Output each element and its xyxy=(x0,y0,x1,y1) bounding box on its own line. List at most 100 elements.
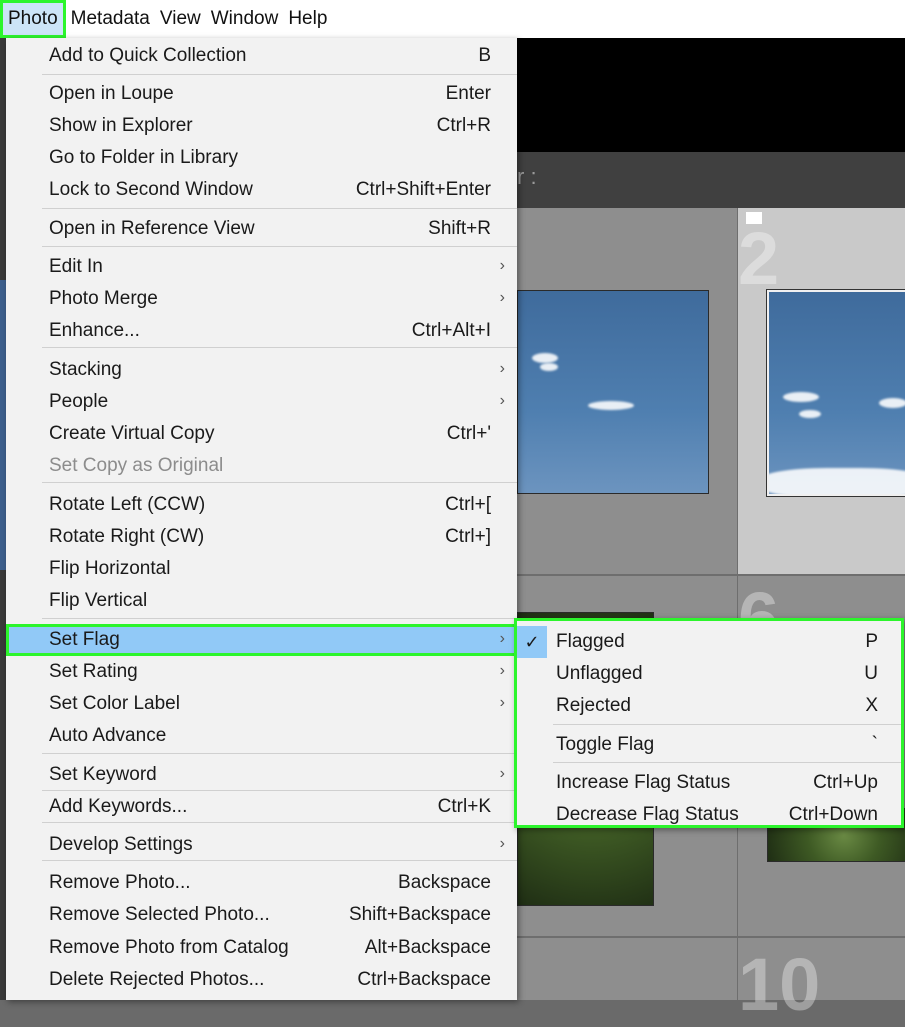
menu-item-rotate-left[interactable]: Rotate Left (CCW) Ctrl+[ xyxy=(6,489,517,521)
menu-item-label: Rotate Left (CCW) xyxy=(49,494,206,515)
submenu-item-label: Flagged xyxy=(556,631,625,652)
menu-item-label: Photo Merge xyxy=(49,288,158,309)
menu-item-label: Flip Horizontal xyxy=(49,558,171,579)
menu-item-set-color-label[interactable]: Set Color Label › xyxy=(6,688,517,720)
checkmark-icon: ✓ xyxy=(517,626,547,658)
menu-item-label: Delete Rejected Photos... xyxy=(49,969,265,990)
menu-item-open-in-reference-view[interactable]: Open in Reference View Shift+R xyxy=(6,213,517,245)
menu-item-develop-settings[interactable]: Develop Settings › xyxy=(6,829,517,861)
menu-item-shortcut: Shift+Backspace xyxy=(348,904,491,925)
menu-item-label: Remove Selected Photo... xyxy=(49,904,270,925)
menu-item-shortcut: Ctrl+' xyxy=(446,423,491,444)
chevron-right-icon: › xyxy=(499,360,505,377)
submenu-item-shortcut: P xyxy=(865,631,878,652)
menu-item-label: Set Copy as Original xyxy=(49,455,224,476)
menu-metadata[interactable]: Metadata xyxy=(66,0,155,38)
menu-item-rotate-right[interactable]: Rotate Right (CW) Ctrl+] xyxy=(6,521,517,553)
menu-item-label: Set Flag xyxy=(49,629,120,650)
submenu-item-label: Decrease Flag Status xyxy=(556,804,739,825)
menu-item-label: People xyxy=(49,391,109,412)
menu-item-label: Open in Reference View xyxy=(49,218,255,239)
menu-item-flip-horizontal[interactable]: Flip Horizontal xyxy=(6,553,517,585)
menu-item-set-rating[interactable]: Set Rating › xyxy=(6,656,517,688)
filter-bar: r : xyxy=(517,152,905,208)
menu-item-photo-merge[interactable]: Photo Merge › xyxy=(6,283,517,315)
menu-item-set-flag[interactable]: Set Flag › xyxy=(6,624,517,656)
submenu-item-label: Rejected xyxy=(556,695,631,716)
filter-bar-label: r : xyxy=(517,164,537,189)
submenu-item-shortcut: Ctrl+Up xyxy=(813,772,878,793)
menu-item-remove-selected-photo[interactable]: Remove Selected Photo... Shift+Backspace xyxy=(6,899,517,931)
menu-window[interactable]: Window xyxy=(206,0,284,38)
thumbnail-photo[interactable] xyxy=(517,290,709,494)
cell-number: 10 xyxy=(738,943,821,1026)
thumbnail-photo-selected[interactable] xyxy=(766,289,905,497)
grid-cell[interactable] xyxy=(517,938,737,1000)
menubar: Photo Metadata View Window Help xyxy=(0,0,905,38)
menu-item-enhance[interactable]: Enhance... Ctrl+Alt+I xyxy=(6,315,517,347)
chevron-right-icon: › xyxy=(499,694,505,711)
menu-item-shortcut: Ctrl+Alt+I xyxy=(411,320,491,341)
menu-help[interactable]: Help xyxy=(283,0,332,38)
menu-item-label: Flip Vertical xyxy=(49,590,148,611)
menu-item-go-to-folder-in-library[interactable]: Go to Folder in Library xyxy=(6,142,517,174)
menu-item-shortcut: B xyxy=(478,45,491,66)
submenu-item-label: Toggle Flag xyxy=(556,734,655,755)
menu-separator xyxy=(42,618,517,619)
chevron-right-icon: › xyxy=(499,630,505,647)
submenu-item-shortcut: U xyxy=(864,663,878,684)
menu-item-stacking[interactable]: Stacking › xyxy=(6,354,517,386)
menu-item-label: Add Keywords... xyxy=(49,796,188,817)
menu-item-label: Auto Advance xyxy=(49,725,167,746)
menu-item-show-in-explorer[interactable]: Show in Explorer Ctrl+R xyxy=(6,110,517,142)
menu-item-label: Enhance... xyxy=(49,320,140,341)
menu-item-shortcut: Ctrl+R xyxy=(436,115,491,136)
menu-item-label: Set Rating xyxy=(49,661,138,682)
menu-item-lock-to-second-window[interactable]: Lock to Second Window Ctrl+Shift+Enter xyxy=(6,174,517,206)
submenu-item-increase-flag-status[interactable]: Increase Flag Status Ctrl+Up xyxy=(517,767,901,799)
menu-item-delete-rejected-photos[interactable]: Delete Rejected Photos... Ctrl+Backspace xyxy=(6,964,517,996)
menu-item-label: Edit In xyxy=(49,256,103,277)
menu-item-shortcut: Shift+R xyxy=(428,218,491,239)
submenu-item-rejected[interactable]: Rejected X xyxy=(517,690,901,722)
menu-item-label: Show in Explorer xyxy=(49,115,193,136)
menu-item-label: Set Keyword xyxy=(49,764,157,785)
submenu-item-label: Increase Flag Status xyxy=(556,772,731,793)
submenu-item-toggle-flag[interactable]: Toggle Flag ` xyxy=(517,729,901,761)
menu-item-people[interactable]: People › xyxy=(6,386,517,418)
menu-item-remove-photo[interactable]: Remove Photo... Backspace xyxy=(6,867,517,899)
menu-item-shortcut: Ctrl+K xyxy=(437,796,491,817)
menu-item-label: Go to Folder in Library xyxy=(49,147,239,168)
chevron-right-icon: › xyxy=(499,257,505,274)
menu-separator xyxy=(42,246,517,247)
menu-item-remove-photo-from-catalog[interactable]: Remove Photo from Catalog Alt+Backspace xyxy=(6,932,517,964)
menu-view[interactable]: View xyxy=(155,0,206,38)
grid-cell[interactable]: 10 xyxy=(738,938,905,1026)
thumbnail-grid: 2 6 10 xyxy=(517,208,905,1026)
menu-item-shortcut: Ctrl+Shift+Enter xyxy=(355,179,491,200)
chevron-right-icon: › xyxy=(499,662,505,679)
menu-item-create-virtual-copy[interactable]: Create Virtual Copy Ctrl+' xyxy=(6,418,517,450)
menu-item-set-keyword[interactable]: Set Keyword › xyxy=(6,759,517,791)
top-panel xyxy=(517,38,905,152)
submenu-item-decrease-flag-status[interactable]: Decrease Flag Status Ctrl+Down xyxy=(517,799,901,831)
menu-item-edit-in[interactable]: Edit In › xyxy=(6,251,517,283)
menu-item-label: Add to Quick Collection xyxy=(49,45,247,66)
menu-separator xyxy=(42,74,517,75)
menu-photo[interactable]: Photo xyxy=(0,0,66,38)
menu-item-label: Open in Loupe xyxy=(49,83,174,104)
menu-item-add-to-quick-collection[interactable]: Add to Quick Collection B xyxy=(6,40,517,72)
menu-item-open-in-loupe[interactable]: Open in Loupe Enter xyxy=(6,78,517,110)
menu-item-shortcut: Alt+Backspace xyxy=(364,937,491,958)
menu-item-shortcut: Ctrl+Backspace xyxy=(357,969,491,990)
submenu-item-flagged[interactable]: ✓ Flagged P xyxy=(517,626,901,658)
menu-item-add-keywords[interactable]: Add Keywords... Ctrl+K xyxy=(6,791,517,823)
submenu-item-shortcut: Ctrl+Down xyxy=(788,804,878,825)
menu-item-flip-vertical[interactable]: Flip Vertical xyxy=(6,585,517,617)
menu-item-auto-advance[interactable]: Auto Advance xyxy=(6,720,517,752)
chevron-right-icon: › xyxy=(499,289,505,306)
menu-item-label: Stacking xyxy=(49,359,122,380)
set-flag-submenu: ✓ Flagged P Unflagged U Rejected X Toggle Flag `… xyxy=(514,618,904,828)
menu-item-label: Set Color Label xyxy=(49,693,180,714)
submenu-item-unflagged[interactable]: Unflagged U xyxy=(517,658,901,690)
